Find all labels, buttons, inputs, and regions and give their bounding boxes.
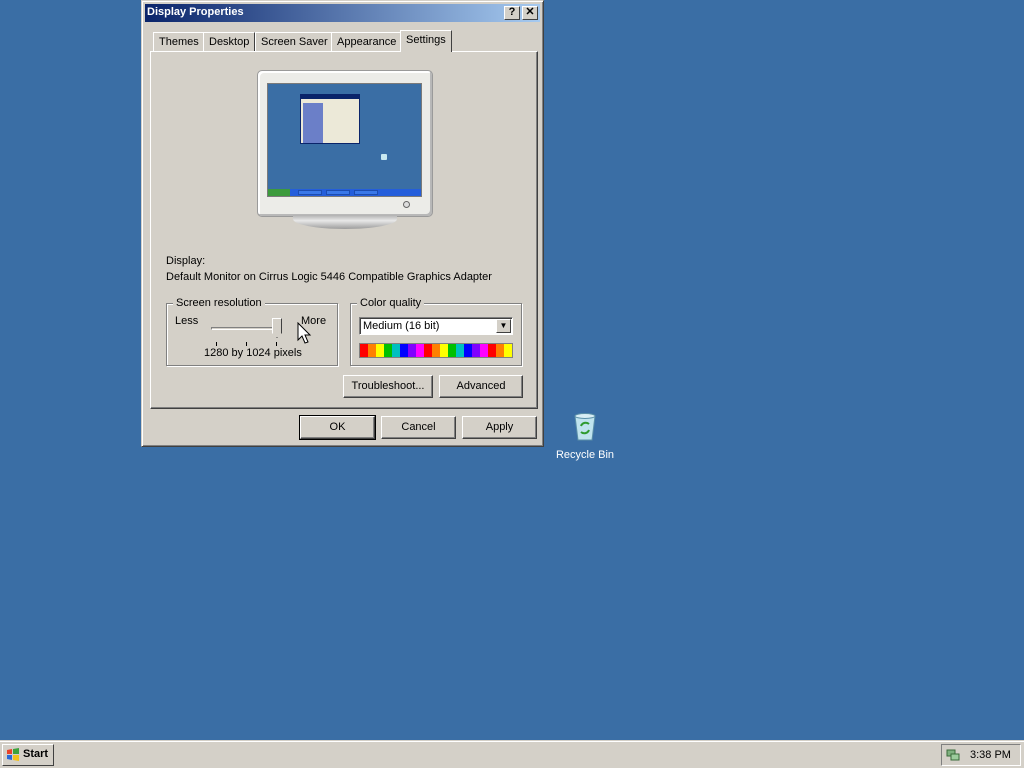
resolution-value: 1280 by 1024 pixels: [204, 347, 302, 359]
system-tray: 3:38 PM: [941, 744, 1021, 766]
network-icon[interactable]: [946, 748, 960, 762]
clock[interactable]: 3:38 PM: [970, 749, 1011, 761]
troubleshoot-button[interactable]: Troubleshoot...: [343, 375, 433, 398]
display-label: Display:: [166, 255, 206, 267]
resolution-slider-track[interactable]: [211, 327, 279, 330]
power-button-icon: [403, 201, 410, 208]
display-device: Default Monitor on Cirrus Logic 5446 Com…: [166, 271, 492, 283]
color-quality-legend: Color quality: [357, 297, 425, 309]
tab-settings[interactable]: Settings: [400, 30, 452, 52]
slider-tick: [216, 342, 217, 346]
recycle-bin-desktop-icon[interactable]: Recycle Bin: [554, 410, 616, 461]
tab-appearance[interactable]: Appearance: [331, 32, 403, 51]
start-button[interactable]: Start: [2, 744, 54, 766]
mouse-cursor-icon: [297, 322, 312, 344]
less-label: Less: [175, 315, 199, 327]
taskbar: Start 3:38 PM: [0, 740, 1024, 768]
monitor-preview: [257, 70, 433, 217]
close-button[interactable]: ✕: [522, 6, 538, 20]
title-bar[interactable]: Display Properties ? ✕: [145, 4, 540, 22]
monitor-stand: [293, 215, 397, 229]
recycle-bin-icon: [574, 413, 596, 441]
window-title: Display Properties: [147, 6, 244, 18]
advanced-button[interactable]: Advanced: [439, 375, 523, 398]
display-properties-window: Display Properties ? ✕ Themes Desktop Sc…: [141, 0, 544, 447]
slider-tick: [276, 342, 277, 346]
mini-taskbar: [268, 189, 421, 196]
color-quality-dropdown[interactable]: Medium (16 bit) ▼: [359, 317, 513, 335]
tab-screen-saver[interactable]: Screen Saver: [255, 32, 334, 51]
chevron-down-icon[interactable]: ▼: [496, 319, 511, 333]
mini-recycle-icon: [381, 154, 387, 160]
start-label: Start: [23, 748, 49, 760]
tab-themes[interactable]: Themes: [153, 32, 205, 51]
help-button[interactable]: ?: [504, 6, 520, 20]
cancel-button[interactable]: Cancel: [381, 416, 456, 439]
recycle-bin-label: Recycle Bin: [555, 449, 615, 461]
tab-desktop[interactable]: Desktop: [203, 32, 256, 51]
apply-button[interactable]: Apply: [462, 416, 537, 439]
ok-button[interactable]: OK: [299, 415, 376, 440]
color-quality-value: Medium (16 bit): [363, 320, 440, 332]
mini-window-preview: [300, 94, 360, 144]
windows-logo-icon: [7, 748, 19, 761]
slider-tick: [246, 342, 247, 346]
settings-panel: Display: Default Monitor on Cirrus Logic…: [150, 51, 538, 409]
monitor-screen: [267, 83, 422, 197]
color-quality-group: Color quality Medium (16 bit) ▼: [350, 297, 522, 366]
color-spectrum-bar: [359, 343, 513, 358]
screen-resolution-legend: Screen resolution: [173, 297, 265, 309]
resolution-slider-thumb[interactable]: [272, 318, 282, 338]
